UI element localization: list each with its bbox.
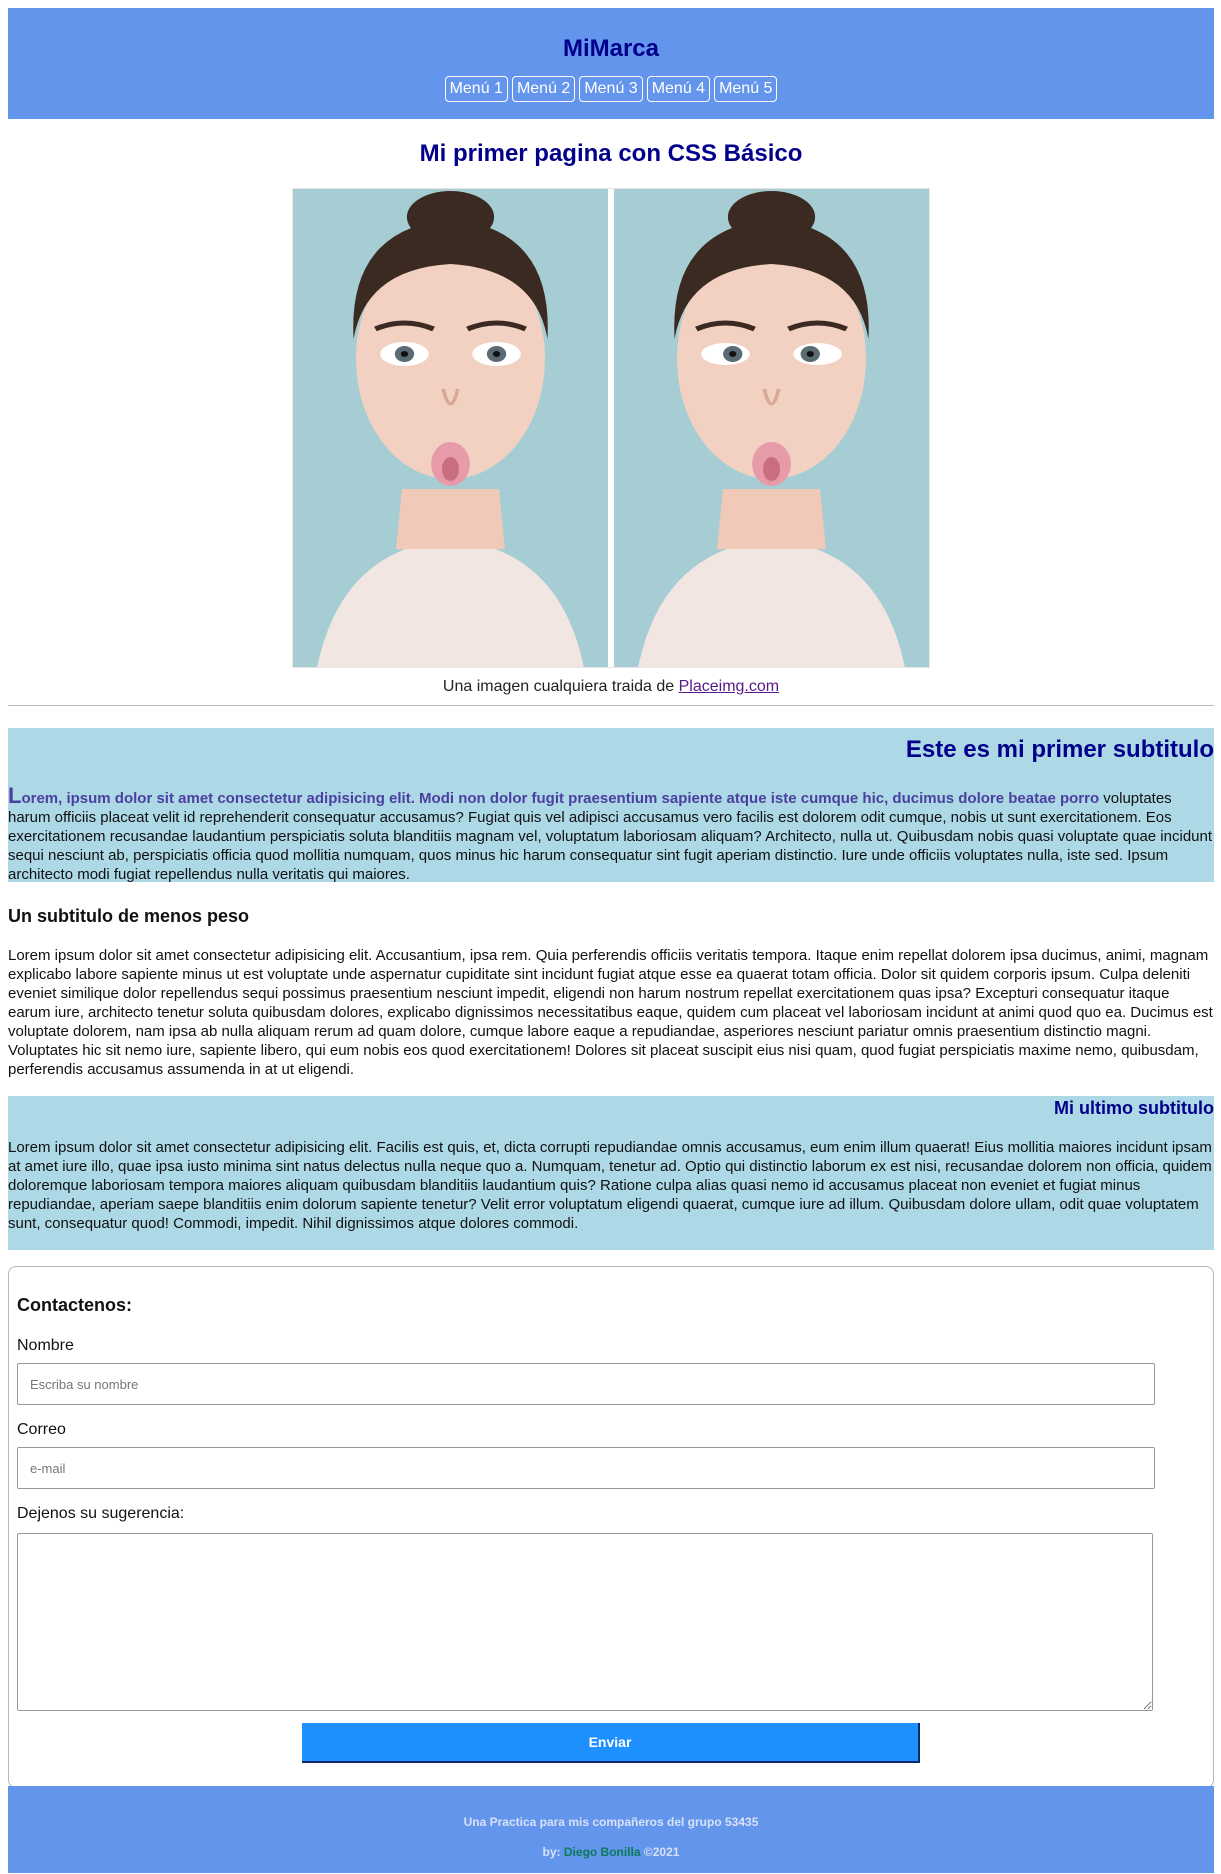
main-nav: Menú 1 Menú 2 Menú 3 Menú 4 Menú 5 xyxy=(8,76,1214,102)
site-header: MiMarca Menú 1 Menú 2 Menú 3 Menú 4 Menú… xyxy=(8,8,1214,119)
subtitle-1-paragraph: Lorem, ipsum dolor sit amet consectetur … xyxy=(8,783,1214,884)
photo-right xyxy=(614,189,929,667)
caption-link[interactable]: Placeimg.com xyxy=(679,678,779,695)
nav-menu-1[interactable]: Menú 1 xyxy=(444,76,508,102)
image-caption: Una imagen cualquiera traida de Placeimg… xyxy=(8,678,1214,696)
subtitle-section-1: Este es mi primer subtitulo Lorem, ipsum… xyxy=(8,728,1214,884)
contact-form: Contactenos: Nombre Correo Dejenos su su… xyxy=(8,1266,1214,1788)
name-label: Nombre xyxy=(17,1337,74,1354)
brand-name: MiMarca xyxy=(562,35,660,62)
footer-credits: by: Diego Bonilla ©2021 xyxy=(8,1845,1214,1859)
subtitle-1: Este es mi primer subtitulo xyxy=(905,736,1214,763)
subtitle-3-paragraph: Lorem ipsum dolor sit amet consectetur a… xyxy=(8,1139,1212,1232)
nav-menu-2[interactable]: Menú 2 xyxy=(511,76,576,102)
subtitle-2: Un subtitulo de menos peso xyxy=(8,906,250,926)
first-line-text: orem, ipsum dolor sit amet consectetur a… xyxy=(21,790,1100,807)
footer-year: ©2021 xyxy=(640,1845,680,1859)
footer-by: by: xyxy=(542,1845,564,1859)
portrait-image-right xyxy=(614,189,929,667)
drop-letter: L xyxy=(8,783,22,808)
footer-text: Una Practica para mis compañeros del gru… xyxy=(463,1815,759,1829)
subtitle-2-paragraph: Lorem ipsum dolor sit amet consectetur a… xyxy=(8,947,1213,1078)
message-textarea[interactable] xyxy=(17,1533,1153,1711)
nav-menu-3[interactable]: Menú 3 xyxy=(579,76,643,102)
email-label: Correo xyxy=(17,1421,66,1438)
footer-author: Diego Bonilla xyxy=(563,1845,641,1859)
email-input[interactable] xyxy=(17,1447,1155,1489)
contact-title: Contactenos: xyxy=(17,1295,133,1315)
section-divider xyxy=(8,705,1214,706)
submit-button[interactable]: Enviar xyxy=(302,1723,920,1763)
nav-menu-4[interactable]: Menú 4 xyxy=(646,76,711,102)
image-figure xyxy=(292,188,930,668)
portrait-image-left xyxy=(293,189,608,667)
nav-menu-5[interactable]: Menú 5 xyxy=(714,76,778,102)
message-label: Dejenos su sugerencia: xyxy=(17,1505,185,1522)
page-title: Mi primer pagina con CSS Básico xyxy=(419,140,803,167)
subtitle-3: Mi ultimo subtitulo xyxy=(1054,1098,1214,1118)
photo-left xyxy=(293,189,608,667)
caption-text: Una imagen cualquiera traida de xyxy=(442,678,679,695)
subtitle-section-3: Mi ultimo subtitulo Lorem ipsum dolor si… xyxy=(8,1096,1214,1250)
site-footer: Una Practica para mis compañeros del gru… xyxy=(8,1786,1214,1873)
name-input[interactable] xyxy=(17,1363,1155,1405)
